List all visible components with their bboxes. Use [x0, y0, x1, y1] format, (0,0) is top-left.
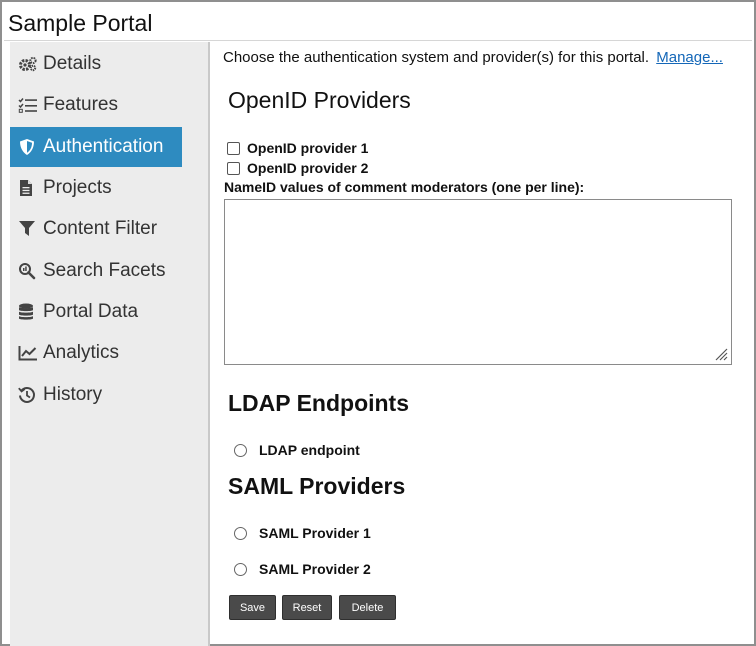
sidebar-item-label: Analytics	[43, 342, 120, 363]
ldap-endpoint-row[interactable]: LDAP endpoint	[234, 442, 360, 458]
sidebar-item-authentication[interactable]: Authentication	[10, 127, 182, 167]
sidebar-item-analytics[interactable]: Analytics	[10, 333, 182, 373]
sidebar-item-label: Authentication	[43, 136, 164, 157]
delete-button[interactable]: Delete	[339, 595, 396, 620]
sidebar-item-search-facets[interactable]: Search Facets	[10, 251, 182, 291]
line-chart-icon	[18, 343, 40, 363]
ldap-endpoint-radio[interactable]	[234, 443, 247, 457]
sidebar-item-features[interactable]: Features	[10, 85, 182, 125]
checkbox-label: OpenID provider 2	[247, 160, 369, 176]
moderators-textarea[interactable]	[224, 199, 732, 365]
openid-provider-1-row[interactable]: OpenID provider 1	[227, 140, 368, 156]
sidebar-item-label: Search Facets	[43, 260, 166, 281]
reset-button[interactable]: Reset	[282, 595, 332, 620]
sidebar-item-label: Projects	[43, 177, 112, 198]
document-icon	[18, 178, 40, 198]
save-button[interactable]: Save	[229, 595, 276, 620]
intro-label: Choose the authentication system and pro…	[223, 49, 650, 66]
openid-heading: OpenID Providers	[228, 87, 411, 113]
search-facets-icon	[18, 261, 40, 281]
moderators-label: NameID values of comment moderators (one…	[224, 179, 585, 195]
openid-provider-2-checkbox[interactable]	[227, 161, 240, 175]
sidebar-item-projects[interactable]: Projects	[10, 168, 182, 208]
sidebar-item-content-filter[interactable]: Content Filter	[10, 209, 182, 249]
manage-link[interactable]: Manage...	[656, 49, 723, 66]
saml-provider-2-radio[interactable]	[234, 562, 247, 576]
sidebar-item-label: History	[43, 384, 103, 405]
saml-provider-2-row[interactable]: SAML Provider 2	[234, 561, 371, 577]
portal-window: Sample Portal Details Features Authentic…	[0, 0, 756, 646]
openid-provider-2-row[interactable]: OpenID provider 2	[227, 160, 368, 176]
sidebar-item-label: Portal Data	[43, 301, 139, 322]
radio-label: SAML Provider 2	[259, 561, 371, 577]
checklist-icon	[18, 95, 40, 115]
saml-heading: SAML Providers	[228, 473, 406, 499]
filter-icon	[18, 219, 40, 239]
saml-provider-1-row[interactable]: SAML Provider 1	[234, 525, 371, 541]
openid-provider-1-checkbox[interactable]	[227, 141, 240, 155]
sidebar-item-label: Details	[43, 53, 102, 74]
radio-label: LDAP endpoint	[259, 442, 360, 458]
intro-text: Choose the authentication system and pro…	[223, 49, 723, 66]
gears-icon	[18, 54, 40, 74]
sidebar-item-details[interactable]: Details	[10, 44, 182, 84]
sidebar-item-label: Content Filter	[43, 218, 158, 239]
saml-provider-1-radio[interactable]	[234, 526, 247, 540]
database-icon	[18, 302, 40, 322]
page-title: Sample Portal	[8, 10, 153, 36]
resize-handle-icon[interactable]	[714, 347, 728, 361]
shield-icon	[18, 137, 40, 157]
sidebar-item-portal-data[interactable]: Portal Data	[10, 292, 182, 332]
history-icon	[18, 385, 40, 405]
sidebar-item-history[interactable]: History	[10, 375, 182, 415]
sidebar: Details Features Authentication Projects	[10, 42, 210, 646]
sidebar-item-label: Features	[43, 94, 118, 115]
radio-label: SAML Provider 1	[259, 525, 371, 541]
main-content: Choose the authentication system and pro…	[212, 42, 752, 642]
title-divider	[4, 40, 752, 41]
ldap-heading: LDAP Endpoints	[228, 390, 410, 416]
checkbox-label: OpenID provider 1	[247, 140, 369, 156]
